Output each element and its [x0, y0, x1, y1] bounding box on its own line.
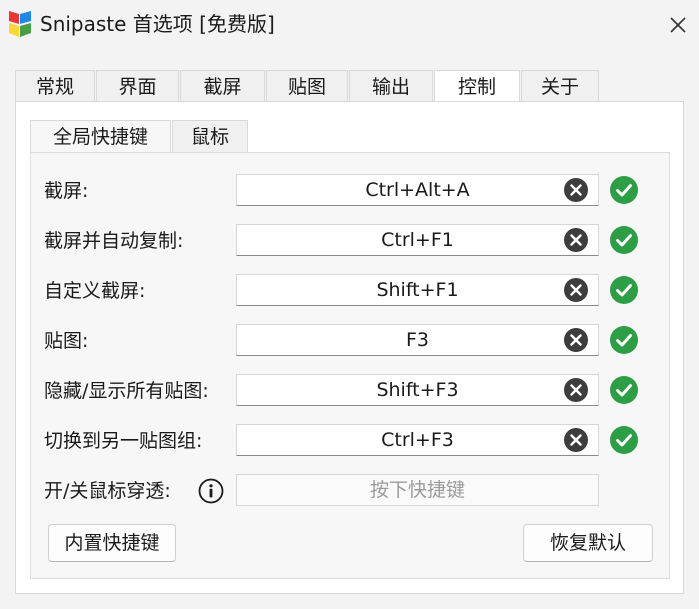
hotkey-input-capture-copy[interactable]: Ctrl+F1: [236, 224, 599, 256]
builtin-hotkeys-button[interactable]: 内置快捷键: [48, 524, 176, 562]
tab-pin[interactable]: 贴图: [266, 70, 348, 102]
check-icon: [610, 376, 638, 404]
hotkey-input-custom-capture[interactable]: Shift+F1: [236, 274, 599, 306]
close-icon: [670, 17, 686, 33]
hotkey-row-toggle-pins: 隐藏/显示所有贴图: Shift+F3: [31, 374, 669, 408]
tab-mouse[interactable]: 鼠标: [172, 120, 249, 152]
hotkey-label: 贴图:: [44, 330, 89, 352]
hotkey-label: 截屏:: [44, 180, 89, 202]
clear-icon[interactable]: [564, 378, 588, 402]
check-icon: [610, 326, 638, 354]
check-icon: [610, 276, 638, 304]
close-button[interactable]: [662, 10, 694, 40]
hotkeys-panel: 截屏: Ctrl+Alt+A 截屏并自动复制: Ctrl+F1 自定义截屏: S…: [30, 152, 670, 579]
hotkey-row-capture: 截屏: Ctrl+Alt+A: [31, 174, 669, 208]
hotkey-row-mouse-passthrough: 开/关鼠标穿透: 按下快捷键: [31, 474, 669, 508]
tab-capture[interactable]: 截屏: [180, 70, 265, 102]
info-icon[interactable]: [198, 478, 224, 504]
clear-icon[interactable]: [564, 278, 588, 302]
tab-control[interactable]: 控制: [434, 70, 520, 103]
snipaste-logo-icon: [9, 11, 31, 37]
hotkey-input-toggle-pins[interactable]: Shift+F3: [236, 374, 599, 406]
hotkey-input-pin[interactable]: F3: [236, 324, 599, 356]
title-bar: Snipaste 首选项 [免费版]: [0, 0, 699, 50]
hotkey-label: 截屏并自动复制:: [44, 230, 184, 252]
main-tab-bar: 常规 界面 截屏 贴图 输出 控制 关于: [15, 70, 600, 103]
clear-icon[interactable]: [564, 228, 588, 252]
hotkey-input-mouse-passthrough[interactable]: 按下快捷键: [236, 474, 599, 506]
window-title: Snipaste 首选项 [免费版]: [40, 12, 275, 36]
hotkey-label: 隐藏/显示所有贴图:: [44, 380, 209, 402]
hotkey-label: 自定义截屏:: [44, 280, 146, 302]
preferences-window: Snipaste 首选项 [免费版] 常规 界面 截屏 贴图 输出 控制 关于 …: [0, 0, 699, 609]
hotkey-input-capture[interactable]: Ctrl+Alt+A: [236, 174, 599, 206]
tab-global-hotkeys[interactable]: 全局快捷键: [30, 120, 172, 153]
hotkey-label: 切换到另一贴图组:: [44, 430, 203, 452]
sub-tab-bar: 全局快捷键 鼠标: [30, 120, 249, 153]
check-icon: [610, 226, 638, 254]
tab-general[interactable]: 常规: [15, 70, 95, 102]
restore-defaults-button[interactable]: 恢复默认: [523, 524, 653, 562]
hotkey-row-pin: 贴图: F3: [31, 324, 669, 358]
check-icon: [610, 176, 638, 204]
clear-icon[interactable]: [564, 328, 588, 352]
tab-interface[interactable]: 界面: [96, 70, 179, 102]
hotkey-row-switch-group: 切换到另一贴图组: Ctrl+F3: [31, 424, 669, 458]
clear-icon[interactable]: [564, 428, 588, 452]
control-panel: 全局快捷键 鼠标 截屏: Ctrl+Alt+A 截屏并自动复制: Ctrl+F1…: [15, 101, 684, 594]
clear-icon[interactable]: [564, 178, 588, 202]
tab-about[interactable]: 关于: [521, 70, 599, 102]
hotkey-input-switch-group[interactable]: Ctrl+F3: [236, 424, 599, 456]
hotkey-row-capture-copy: 截屏并自动复制: Ctrl+F1: [31, 224, 669, 258]
hotkey-label: 开/关鼠标穿透:: [44, 480, 171, 502]
tab-output[interactable]: 输出: [349, 70, 433, 102]
check-icon: [610, 426, 638, 454]
hotkey-row-custom-capture: 自定义截屏: Shift+F1: [31, 274, 669, 308]
